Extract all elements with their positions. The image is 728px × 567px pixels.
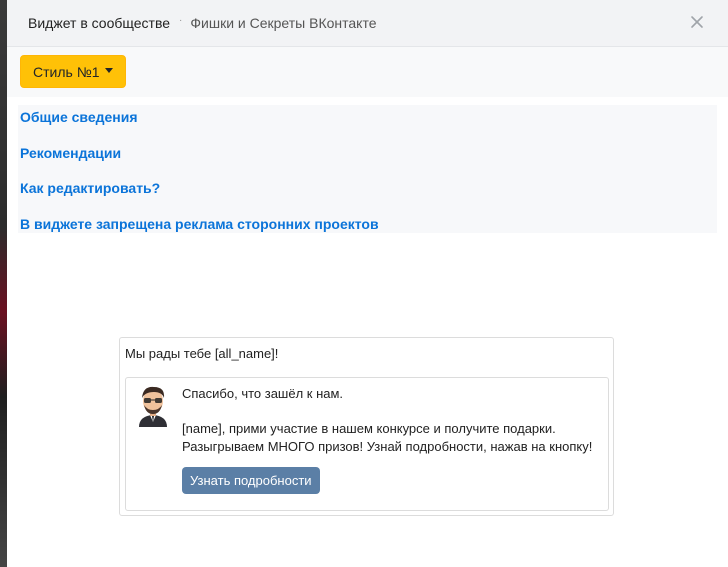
avatar-icon (135, 385, 171, 427)
details-button[interactable]: Узнать подробности (182, 467, 320, 494)
widget-preview: Мы рады тебе [all_name]! Спасибо, что за… (119, 337, 614, 516)
toolbar: Стиль №1 (7, 47, 728, 97)
header-separator: · (179, 14, 183, 26)
info-links-panel: Общие сведения Рекомендации Как редактир… (18, 105, 717, 233)
link-general-info[interactable]: Общие сведения (18, 109, 717, 145)
widget-greeting: Спасибо, что зашёл к нам. (182, 386, 344, 401)
page-backdrop (0, 0, 7, 567)
widget-line-2: Разыгрываем МНОГО призов! Узнай подробно… (182, 439, 593, 454)
style-dropdown-button[interactable]: Стиль №1 (20, 55, 126, 88)
widget-line-1: [name], прими участие в нашем конкурсе и… (182, 421, 556, 436)
link-how-to-edit[interactable]: Как редактировать? (18, 180, 717, 216)
community-name: Фишки и Секреты ВКонтакте (190, 15, 377, 31)
widget-modal: Виджет в сообществе · Фишки и Секреты ВК… (7, 0, 728, 567)
widget-message-card: Спасибо, что зашёл к нам. [name], прими … (125, 377, 609, 511)
widget-message: Спасибо, что зашёл к нам. [name], прими … (182, 385, 592, 456)
widget-title: Мы рады тебе [all_name]! (125, 346, 279, 361)
style-dropdown-label: Стиль №1 (33, 63, 100, 80)
link-recommendations[interactable]: Рекомендации (18, 145, 717, 181)
close-icon[interactable] (688, 13, 706, 31)
link-ads-prohibited[interactable]: В виджете запрещена реклама сторонних пр… (18, 216, 717, 252)
modal-header: Виджет в сообществе · Фишки и Секреты ВК… (7, 0, 728, 47)
modal-title: Виджет в сообществе (28, 15, 171, 31)
caret-down-icon (104, 68, 113, 73)
